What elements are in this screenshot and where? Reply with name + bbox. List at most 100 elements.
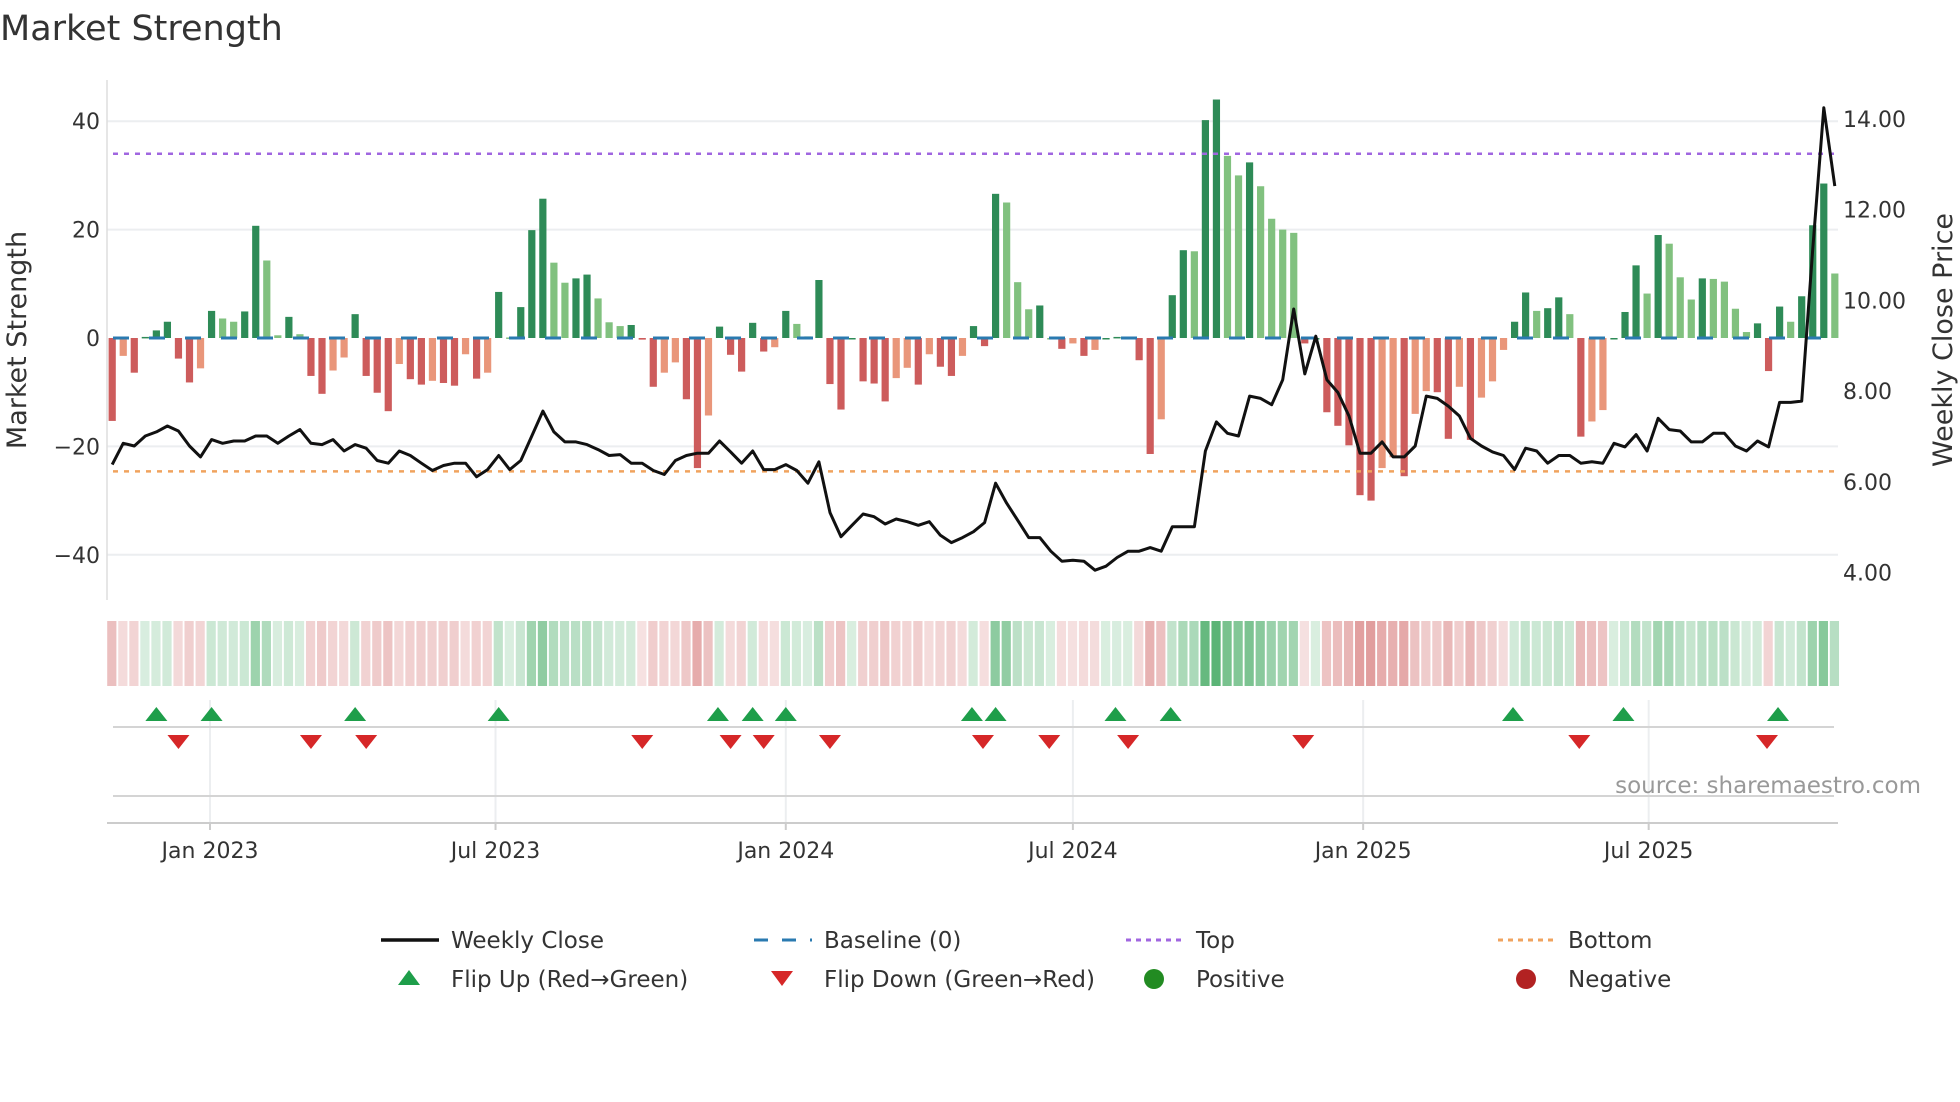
flip-down-marker [1038, 735, 1061, 749]
strength-bar [461, 338, 470, 355]
flip-down-marker [752, 735, 775, 749]
strength-bar [119, 338, 127, 356]
strip-cell [1531, 621, 1541, 686]
strength-heat-strip [107, 621, 1840, 686]
flip-up-marker [960, 707, 983, 721]
strength-bar [583, 274, 591, 338]
strength-bar [539, 198, 547, 338]
strength-bar [384, 338, 392, 412]
strength-bar [1621, 311, 1629, 338]
strength-bar [738, 338, 746, 372]
strip-cell [1818, 621, 1828, 686]
strip-cell [1410, 621, 1420, 686]
y-tick-label: 20 [72, 219, 100, 244]
strength-bar [141, 336, 149, 339]
strength-bar [1720, 281, 1728, 338]
strip-cell [979, 621, 989, 686]
strip-cell [847, 621, 857, 686]
strip-cell [1034, 621, 1044, 686]
strength-bar [1389, 338, 1397, 458]
strength-bar [815, 280, 823, 338]
strength-bar [1223, 155, 1232, 338]
strip-cell [1509, 621, 1519, 686]
strength-bar [373, 338, 381, 393]
y2-tick-label: 12.00 [1843, 199, 1906, 224]
strength-bar [903, 338, 911, 368]
strip-cell [471, 621, 481, 686]
strip-cell [1354, 621, 1365, 686]
strip-cell [427, 621, 437, 686]
flip-up-marker [1767, 707, 1790, 721]
strength-bar [1268, 218, 1276, 338]
strip-cell [515, 621, 525, 686]
strip-cell [1310, 621, 1321, 686]
strip-cell [1730, 621, 1740, 686]
strip-cell [1211, 621, 1221, 686]
flip-down-marker [299, 735, 322, 749]
strip-cell [526, 621, 537, 686]
strip-cell [118, 621, 128, 686]
strength-bar [1831, 273, 1839, 338]
strip-cell [758, 621, 768, 686]
strip-cell [1796, 621, 1806, 686]
flip-down-marker [1117, 735, 1140, 749]
x-tick-label: Jul 2023 [449, 839, 541, 864]
strip-cell [957, 621, 967, 686]
strip-cell [504, 621, 514, 686]
strip-cell [460, 621, 470, 686]
strip-cell [151, 621, 161, 686]
strip-cell [1564, 621, 1575, 686]
strength-bar [638, 338, 646, 340]
strength-bar [417, 338, 425, 385]
strength-bar [495, 291, 503, 338]
strength-bar [826, 338, 834, 385]
strength-bar [837, 338, 845, 410]
strip-cell [361, 621, 371, 686]
flip-down-marker [1755, 735, 1778, 749]
strip-cell [1763, 621, 1773, 686]
flip-up-marker [1104, 707, 1127, 721]
strength-bars [108, 99, 1839, 501]
strip-cell [1686, 621, 1696, 686]
flip-up-marker [344, 707, 367, 721]
strip-cell [1233, 621, 1243, 686]
strength-bar [1069, 338, 1077, 344]
strip-cell [692, 621, 702, 686]
legend-label: Bottom [1568, 928, 1652, 954]
strip-cell [206, 621, 216, 686]
strip-cell [394, 621, 404, 686]
strip-cell [1542, 621, 1552, 686]
strength-bar [1499, 338, 1508, 350]
y-tick-label: 0 [86, 327, 100, 352]
strength-bar [782, 310, 790, 338]
strength-bar [1091, 338, 1099, 350]
strip-cell [935, 621, 945, 686]
strip-cell [559, 621, 570, 686]
strength-bar [958, 338, 967, 356]
flip-up-marker [984, 707, 1007, 721]
strength-bar [936, 338, 944, 367]
strip-cell [1377, 621, 1387, 686]
strip-cell [924, 621, 934, 686]
strength-bar [991, 193, 1000, 338]
y2-tick-label: 4.00 [1843, 562, 1892, 587]
strength-bar [1776, 306, 1784, 338]
strip-cell [858, 621, 868, 686]
strip-cell [780, 621, 790, 686]
strength-bar [472, 338, 481, 379]
strength-bar [252, 225, 260, 338]
strip-cell [217, 621, 227, 686]
strip-cell [1498, 621, 1508, 686]
strip-cell [1045, 621, 1056, 686]
strength-bar [285, 316, 293, 338]
flip-up-marker [741, 707, 764, 721]
strength-bar [1014, 282, 1022, 338]
strength-bar [1113, 336, 1121, 339]
strip-cell [1145, 621, 1155, 686]
strength-bar [108, 338, 116, 421]
strip-cell [1023, 621, 1033, 686]
strip-cell [1089, 621, 1100, 686]
strength-bar [130, 338, 138, 373]
y-tick-label: −40 [54, 544, 100, 569]
strength-bar [1577, 338, 1585, 437]
